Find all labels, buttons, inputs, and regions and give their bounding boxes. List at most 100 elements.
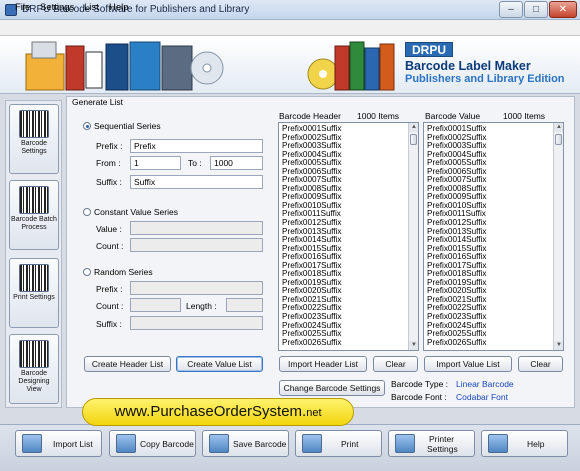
- sidebar-item-batch-process[interactable]: Barcode Batch Process: [9, 180, 59, 250]
- header-list[interactable]: Prefix0001Suffix Prefix0002Suffix Prefix00…: [278, 122, 419, 351]
- barcode-type-label: Barcode Type :: [391, 379, 449, 389]
- scroll-down-icon[interactable]: ▼: [409, 341, 418, 350]
- barcode-font-label: Barcode Font :: [391, 392, 447, 402]
- printer-settings-button[interactable]: Printer Settings: [388, 430, 475, 457]
- list-item[interactable]: Prefix0026Suffix: [424, 338, 553, 348]
- printer-icon: [302, 434, 322, 453]
- barcode-icon: [19, 110, 49, 138]
- create-header-list-button[interactable]: Create Header List: [84, 356, 171, 372]
- random-series-label: Random Series: [94, 267, 153, 277]
- banner-subtitle: Publishers and Library Edition: [405, 73, 565, 85]
- menu-bar: [0, 20, 580, 36]
- constant-series-label: Constant Value Series: [94, 207, 178, 217]
- scroll-up-icon[interactable]: ▲: [554, 123, 563, 132]
- design-view-icon: [19, 340, 49, 368]
- sidebar-item-label: Barcode Designing View: [18, 370, 50, 393]
- books-cd-illustration: [307, 41, 395, 91]
- random-series-radio[interactable]: [83, 268, 91, 276]
- menu-help[interactable]: Help: [109, 2, 129, 13]
- save-icon: [209, 434, 229, 453]
- drpu-logo: DRPU: [405, 42, 453, 57]
- import-header-list-button[interactable]: Import Header List: [279, 356, 367, 372]
- printer-settings-label-line2: Settings: [427, 444, 458, 454]
- to-input[interactable]: [210, 156, 263, 170]
- help-button[interactable]: Help: [481, 430, 568, 457]
- suffix-label: Suffix :: [96, 177, 122, 187]
- to-label: To :: [188, 158, 202, 168]
- constant-series-radio[interactable]: [83, 208, 91, 216]
- minimize-button[interactable]: –: [499, 1, 523, 18]
- clear-value-button[interactable]: Clear: [518, 356, 563, 372]
- copy-barcode-label: Copy Barcode: [140, 439, 194, 449]
- value-list-title: Barcode Value: [425, 111, 481, 121]
- barcode-font-value: Codabar Font: [456, 392, 508, 402]
- random-count-label: Count :: [96, 301, 124, 311]
- printer-settings-label-line1: Printer: [429, 434, 455, 444]
- help-label: Help: [527, 439, 545, 449]
- menu-list[interactable]: List: [84, 2, 99, 13]
- scroll-thumb[interactable]: [410, 134, 417, 145]
- sidebar-item-print-settings[interactable]: Print Settings: [9, 258, 59, 328]
- menu-settings[interactable]: Settings: [40, 2, 74, 13]
- scroll-down-icon[interactable]: ▼: [554, 341, 563, 350]
- value-list-scrollbar[interactable]: ▲ ▼: [553, 123, 563, 350]
- value-list-count: 1000 Items: [503, 111, 546, 121]
- save-barcode-button[interactable]: Save Barcode: [202, 430, 289, 457]
- from-input[interactable]: [130, 156, 181, 170]
- length-label: Length :: [186, 301, 217, 311]
- print-button[interactable]: Print: [295, 430, 382, 457]
- promo-banner: www.PurchaseOrderSystem.net: [82, 398, 354, 426]
- value-list[interactable]: Prefix0001Suffix Prefix0002Suffix Prefix00…: [423, 122, 564, 351]
- sidebar-item-designing-view[interactable]: Barcode Designing View: [9, 334, 59, 404]
- constant-count-input[interactable]: [130, 238, 263, 252]
- print-label: Print: [341, 439, 359, 449]
- maximize-button[interactable]: □: [524, 1, 548, 18]
- random-suffix-label: Suffix :: [96, 319, 122, 329]
- batch-barcode-icon: [19, 186, 49, 214]
- scroll-thumb[interactable]: [555, 134, 562, 145]
- barcode-type-value: Linear Barcode: [456, 379, 514, 389]
- header-list-count: 1000 Items: [357, 111, 400, 121]
- random-suffix-input[interactable]: [130, 316, 263, 330]
- print-settings-icon: [19, 264, 49, 292]
- sidebar-item-label: Barcode Settings: [20, 140, 48, 155]
- import-icon: [22, 434, 42, 453]
- banner-illustration: [25, 41, 224, 91]
- sidebar-item-label: Barcode Batch Process: [11, 216, 57, 231]
- header-list-title: Barcode Header: [279, 111, 341, 121]
- import-list-button[interactable]: Import List: [15, 430, 102, 457]
- menu-file[interactable]: File: [15, 2, 30, 13]
- generate-list-title: Generate List: [72, 97, 124, 107]
- sequential-series-label: Sequential Series: [94, 121, 161, 131]
- random-count-input[interactable]: [130, 298, 181, 312]
- header-list-scrollbar[interactable]: ▲ ▼: [408, 123, 418, 350]
- import-list-label: Import List: [53, 439, 93, 449]
- printer-settings-icon: [395, 434, 415, 453]
- change-barcode-settings-button[interactable]: Change Barcode Settings: [279, 380, 385, 396]
- value-label: Value :: [96, 224, 122, 234]
- save-barcode-label: Save Barcode: [233, 439, 287, 449]
- clear-header-button[interactable]: Clear: [373, 356, 418, 372]
- copy-icon: [116, 434, 136, 453]
- create-value-list-button[interactable]: Create Value List: [176, 356, 263, 372]
- help-icon: [488, 434, 508, 453]
- prefix-label: Prefix :: [96, 141, 123, 151]
- copy-barcode-button[interactable]: Copy Barcode: [109, 430, 196, 457]
- list-item[interactable]: Prefix0026Suffix: [279, 338, 408, 348]
- constant-value-input[interactable]: [130, 221, 263, 235]
- banner-title: Barcode Label Maker: [405, 59, 531, 73]
- sequential-series-radio[interactable]: [83, 122, 91, 130]
- random-prefix-label: Prefix :: [96, 284, 123, 294]
- promo-main-text: www.PurchaseOrderSystem.: [114, 403, 307, 420]
- random-prefix-input[interactable]: [130, 281, 263, 295]
- random-length-input[interactable]: [226, 298, 263, 312]
- suffix-input[interactable]: [130, 175, 263, 189]
- scroll-up-icon[interactable]: ▲: [409, 123, 418, 132]
- sidebar-item-barcode-settings[interactable]: Barcode Settings: [9, 104, 59, 174]
- close-button[interactable]: ✕: [549, 1, 577, 18]
- prefix-input[interactable]: [130, 139, 263, 153]
- count-label: Count :: [96, 241, 124, 251]
- promo-tld-text: net: [306, 407, 322, 419]
- from-label: From :: [96, 158, 121, 168]
- import-value-list-button[interactable]: Import Value List: [424, 356, 512, 372]
